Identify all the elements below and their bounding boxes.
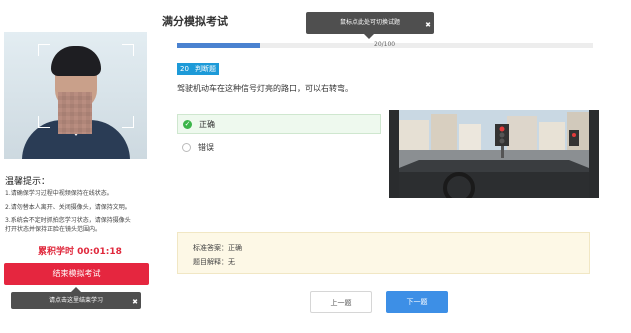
option-label: 正确 — [199, 120, 215, 129]
radio-icon — [182, 143, 191, 152]
progress-text: 20/100 — [374, 41, 396, 48]
end-exam-button[interactable]: 结束模拟考试 — [4, 263, 149, 285]
face-mosaic — [58, 92, 92, 134]
tip-line: 2.请勿替本人离开、关闭摄像头，请保持文明。 — [5, 204, 131, 211]
tooltip-arrow — [364, 34, 374, 39]
focus-corner — [122, 116, 134, 128]
question-type-badge: 判断题 — [192, 63, 219, 75]
next-question-button[interactable]: 下一题 — [386, 291, 448, 313]
question-text: 驾驶机动车在这种信号灯亮的路口，可以右转弯。 — [177, 84, 353, 93]
tooltip-text: 鼠标点此处可切换试题 — [339, 19, 400, 26]
option-label: 错误 — [198, 143, 214, 152]
tip-line: 1.请确保学习过程中视频保持在线状态。 — [5, 190, 113, 197]
end-exam-tooltip: 请点击这里结束学习 ✖ — [11, 287, 141, 311]
webcam-feed — [4, 32, 147, 159]
tooltip-text: 请点击这里结束学习 — [48, 297, 103, 304]
progress-fill — [177, 43, 261, 48]
option-correct[interactable]: ✓ 正确 — [177, 114, 381, 134]
tip-line: 打开状态并保持正脸在镜头范围内。 — [5, 226, 102, 233]
switch-question-tooltip: 鼠标点此处可切换试题 ✖ — [306, 12, 434, 39]
answer-panel: 标准答案：正确 题目解释：无 — [177, 232, 590, 274]
focus-corner — [38, 116, 50, 128]
tips-title: 温馨提示： — [5, 177, 51, 187]
close-icon[interactable]: ✖ — [132, 294, 138, 311]
tooltip-arrow — [71, 287, 81, 292]
standard-answer: 标准答案：正确 — [193, 244, 242, 252]
option-wrong[interactable]: 错误 — [177, 138, 381, 158]
prev-question-button[interactable]: 上一题 — [310, 291, 372, 313]
focus-corner — [122, 44, 134, 56]
study-timer: 累积学时 00:01:18 — [38, 247, 122, 257]
check-circle-icon: ✓ — [183, 120, 192, 129]
focus-corner — [38, 44, 50, 56]
question-number-badge: 20 — [177, 63, 192, 75]
page-title: 满分模拟考试 — [162, 15, 228, 28]
question-image — [389, 110, 599, 198]
explanation: 题目解释：无 — [193, 258, 235, 266]
tip-line: 3.系统会不定时抓拍您学习状态，请保持摄像头 — [5, 217, 131, 224]
intersection-scene — [389, 110, 599, 198]
close-icon[interactable]: ✖ — [425, 14, 431, 36]
